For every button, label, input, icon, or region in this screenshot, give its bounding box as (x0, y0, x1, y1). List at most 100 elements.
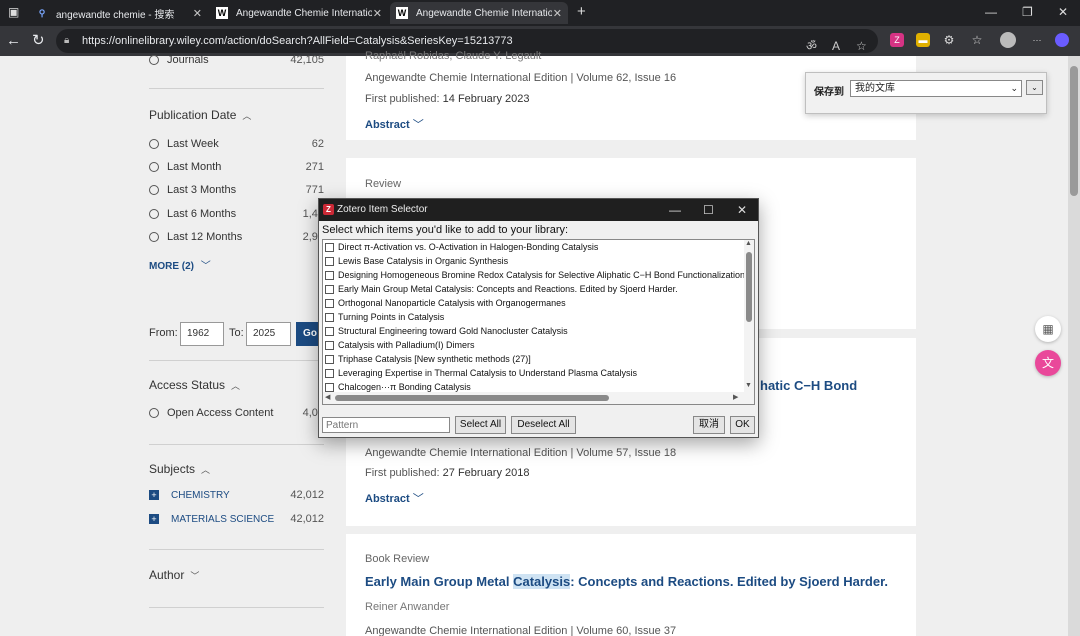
close-icon[interactable]: ✕ (737, 199, 747, 221)
more-dates-link[interactable]: MORE (2) ﹀ (149, 257, 211, 272)
subject-label[interactable]: CHEMISTRY (171, 490, 230, 501)
cancel-button[interactable]: 取消 (693, 416, 725, 434)
item-checkbox[interactable] (325, 340, 334, 350)
scroll-up-icon[interactable]: ▲ (745, 240, 752, 247)
list-item[interactable]: Structural Engineering toward Gold Nanoc… (325, 324, 568, 338)
minimize-icon[interactable]: — (985, 5, 997, 19)
deselect-all-button[interactable]: Deselect All (511, 416, 576, 434)
scroll-right-icon[interactable]: ▶ (733, 393, 738, 401)
abstract-toggle[interactable]: Abstract ﹀ (365, 116, 424, 132)
minimize-icon[interactable]: — (669, 199, 681, 221)
filter-last-6-months[interactable]: Last 6 Months 1,41 (149, 208, 324, 220)
item-checkbox[interactable] (325, 298, 334, 308)
publication-date-heading[interactable]: Publication Date ︿ (149, 108, 251, 122)
ok-button[interactable]: OK (730, 416, 755, 434)
radio-button[interactable] (149, 55, 159, 65)
tab-actions-icon[interactable]: ▣ (8, 5, 19, 19)
extensions-icon[interactable]: ⚙ (942, 33, 956, 47)
favorites-icon[interactable]: ☆ (970, 33, 984, 47)
result-author[interactable]: Reiner Anwander (365, 601, 449, 613)
result-title[interactable]: Early Main Group Metal Catalysis: Concep… (365, 574, 888, 589)
save-options-dropdown[interactable]: ⌄ (1026, 80, 1043, 95)
list-item[interactable]: Designing Homogeneous Bromine Redox Cata… (325, 268, 745, 282)
filter-last-12-months[interactable]: Last 12 Months 2,94 (149, 231, 324, 243)
expand-plus-icon[interactable]: + (149, 514, 159, 524)
select-all-button[interactable]: Select All (455, 416, 506, 434)
favorite-star-icon[interactable]: ☆ (856, 34, 867, 58)
scroll-left-icon[interactable]: ◀ (325, 393, 330, 401)
scroll-thumb[interactable] (746, 252, 752, 322)
dialog-titlebar[interactable]: Z Zotero Item Selector — ☐ ✕ (319, 199, 758, 221)
item-checkbox[interactable] (325, 270, 334, 280)
maximize-icon[interactable]: ☐ (703, 199, 714, 221)
filter-last-month[interactable]: Last Month 271 (149, 161, 324, 173)
close-window-icon[interactable]: ✕ (1058, 5, 1068, 19)
page-scrollbar[interactable] (1068, 56, 1080, 636)
restore-icon[interactable]: ❐ (1022, 5, 1033, 19)
close-icon[interactable]: ✕ (553, 7, 562, 20)
radio-button[interactable] (149, 139, 159, 149)
result-title-fragment[interactable]: hatic C−H Bond (760, 378, 857, 393)
radio-button[interactable] (149, 185, 159, 195)
subject-label[interactable]: MATERIALS SCIENCE (171, 514, 274, 525)
result-journal[interactable]: Angewandte Chemie International Edition … (365, 72, 676, 84)
item-checkbox[interactable] (325, 256, 334, 266)
author-heading[interactable]: Author ﹀ (149, 568, 199, 582)
profile-avatar[interactable] (1000, 32, 1016, 48)
radio-button[interactable] (149, 209, 159, 219)
tab-search[interactable]: ⚲ angewandte chemie - 搜索 ✕ (30, 2, 208, 24)
radio-button[interactable] (149, 162, 159, 172)
list-item[interactable]: Lewis Base Catalysis in Organic Synthesi… (325, 254, 508, 268)
read-aloud-icon[interactable]: A (832, 34, 840, 58)
result-journal[interactable]: Angewandte Chemie International Edition … (365, 447, 676, 459)
filter-last-3-months[interactable]: Last 3 Months 771 (149, 184, 324, 196)
back-icon[interactable]: ← (6, 32, 21, 50)
copilot-icon[interactable] (1055, 33, 1069, 47)
expand-plus-icon[interactable]: + (149, 490, 159, 500)
item-checkbox[interactable] (325, 368, 334, 378)
list-item[interactable]: Turning Points in Catalysis (325, 310, 444, 324)
list-item[interactable]: Orthogonal Nanoparticle Catalysis with O… (325, 296, 566, 310)
list-vertical-scrollbar[interactable]: ▲ ▼ (744, 240, 754, 392)
access-status-heading[interactable]: Access Status ︿ (149, 378, 240, 392)
translate-float-icon[interactable]: 文 (1035, 350, 1061, 376)
scroll-thumb[interactable] (1070, 66, 1078, 196)
close-icon[interactable]: ✕ (193, 7, 202, 20)
filter-last-week[interactable]: Last Week 62 (149, 138, 324, 150)
list-item[interactable]: Leveraging Expertise in Thermal Catalysi… (325, 366, 637, 380)
folder-extension-icon[interactable]: ▬ (916, 33, 930, 47)
radio-button[interactable] (149, 408, 159, 418)
pattern-input[interactable] (322, 417, 450, 433)
tab-angewandte-1[interactable]: W Angewandte Chemie International Editio… (210, 2, 388, 24)
subjects-heading[interactable]: Subjects ︿ (149, 462, 210, 476)
translate-icon[interactable]: ॐ (806, 34, 817, 58)
list-item[interactable]: Direct π-Activation vs. O-Activation in … (325, 240, 598, 254)
item-checkbox[interactable] (325, 242, 334, 252)
list-horizontal-scrollbar[interactable]: ◀ ▶ (323, 392, 754, 404)
subject-chemistry[interactable]: + CHEMISTRY 42,012 (149, 489, 324, 501)
refresh-icon[interactable]: ↻ (32, 32, 45, 50)
filter-journals[interactable]: Journals 42,105 (149, 54, 324, 66)
result-journal[interactable]: Angewandte Chemie International Edition … (365, 625, 676, 636)
year-from-input[interactable]: 1962 (180, 322, 224, 346)
list-item[interactable]: Early Main Group Metal Catalysis: Concep… (325, 282, 678, 296)
year-to-input[interactable]: 2025 (246, 322, 291, 346)
item-checkbox[interactable] (325, 382, 334, 392)
zotero-extension-icon[interactable]: Z (890, 33, 904, 47)
item-checkbox[interactable] (325, 312, 334, 322)
abstract-toggle[interactable]: Abstract ﹀ (365, 490, 424, 506)
scroll-down-icon[interactable]: ▼ (745, 382, 752, 389)
item-checkbox[interactable] (325, 326, 334, 336)
item-checkbox[interactable] (325, 284, 334, 294)
close-icon[interactable]: ✕ (373, 7, 382, 20)
new-tab-icon[interactable]: + (577, 3, 586, 20)
library-select[interactable]: 我的文库 ⌄ (850, 80, 1022, 97)
filter-open-access[interactable]: Open Access Content 4,01 (149, 407, 324, 419)
more-menu-icon[interactable]: ··· (1030, 33, 1044, 47)
scroll-thumb[interactable] (335, 395, 609, 401)
list-item[interactable]: Triphase Catalysis [New synthetic method… (325, 352, 531, 366)
qr-code-icon[interactable]: ▦ (1035, 316, 1061, 342)
item-checkbox[interactable] (325, 354, 334, 364)
radio-button[interactable] (149, 232, 159, 242)
tab-angewandte-2[interactable]: W Angewandte Chemie International Editio… (390, 2, 568, 24)
